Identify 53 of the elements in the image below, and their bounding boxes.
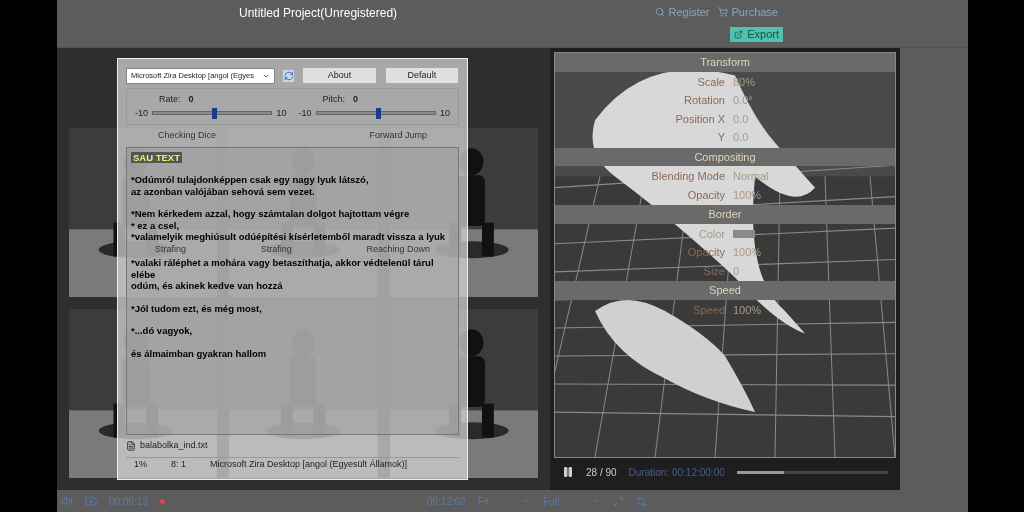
current-time: 00:00:13 — [109, 494, 148, 509]
slider-label: Rate: — [159, 93, 181, 106]
text-line: *...dó vagyok, — [131, 325, 194, 337]
property-label: Scale — [696, 74, 725, 90]
text-line: *Nem kérkedem azzal, hogy számtalan dolgot hajtottam végre — [131, 208, 411, 220]
slider-min: -10 — [135, 106, 148, 120]
slider-value: 0 — [353, 93, 359, 106]
slider-max: 10 — [276, 106, 287, 120]
category-label: Checking Dice — [158, 129, 217, 142]
status-text: 1% — [134, 457, 147, 471]
frame-counter: 28 / 90 — [586, 465, 617, 480]
window-title: Untitled Project(Unregistered) — [239, 5, 398, 22]
text-line: * ez a csel, — [131, 219, 181, 231]
text-line: és álmaimban gyakran hallom — [131, 347, 268, 359]
property-label: Blending Mode — [650, 169, 725, 184]
category-label: Forward Jump — [369, 129, 427, 142]
register-link[interactable]: Register — [654, 4, 710, 21]
property-label: Color — [697, 226, 725, 242]
text-line: *Jól tudom ezt, és még most, — [131, 302, 263, 314]
property-label: Position X — [674, 111, 725, 127]
purchase-link[interactable]: Purchase — [717, 4, 778, 21]
property-label: Size — [702, 263, 725, 279]
text-line: az azonban valójában sehová sem vezet. — [131, 185, 316, 197]
section-heading: Speed — [555, 281, 895, 300]
property-value: 0.0 — [733, 111, 749, 127]
duration-text: Duration: 00:12:00:00 — [628, 465, 725, 480]
slider-value: 0 — [188, 93, 194, 106]
status-text: 8: 1 — [171, 457, 187, 471]
about-button[interactable]: About — [302, 67, 377, 84]
status-text: Microsoft Zira Desktop [angol (Egyesült Államok)] — [210, 457, 408, 471]
thumbnail-label: Strafing — [155, 243, 187, 255]
default-button[interactable]: Default — [384, 67, 459, 84]
slider-label: Pitch: — [322, 93, 345, 106]
file-tab[interactable]: balabolka_ind.txt — [140, 439, 208, 453]
section-heading: Border — [555, 205, 895, 224]
property-label: Opacity — [686, 187, 725, 203]
total-time: 00:12:02 — [426, 494, 466, 509]
property-value: 100% — [733, 302, 762, 318]
property-label: Speed — [692, 302, 725, 318]
slider-max: 10 — [440, 106, 450, 120]
thumbnail-label: Reaching Down — [366, 243, 430, 255]
text-line: odúm, és akinek kedve van hozzá — [131, 280, 284, 292]
slider-min: -10 — [298, 106, 312, 120]
property-label: Y — [716, 130, 725, 145]
thumbnail-label: Strafing — [260, 243, 292, 255]
property-value: Normal — [733, 169, 769, 184]
text-line: *Odúmról tulajdonképpen csak egy nagy lyuk látszó, — [131, 174, 370, 186]
property-value: 0.0 — [733, 130, 749, 145]
property-label: Rotation — [683, 93, 725, 108]
text-line: *valamelyik meghiúsult odúépítési kísérletemből maradt vissza a lyuk — [131, 231, 447, 243]
property-value: 0 — [733, 263, 740, 279]
section-heading: Transform — [555, 53, 895, 72]
export-button[interactable]: Export — [730, 26, 783, 42]
